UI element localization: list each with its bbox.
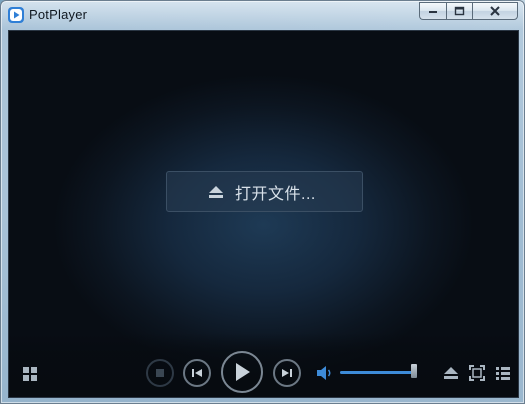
potplayer-window: PotPlayer 打开文件... xyxy=(0,0,525,404)
open-file-button[interactable]: 打开文件... xyxy=(166,171,363,212)
grid-menu-icon[interactable] xyxy=(22,366,38,382)
minimize-icon xyxy=(429,11,437,13)
close-icon xyxy=(490,6,500,16)
stop-icon xyxy=(156,369,164,377)
play-icon xyxy=(236,363,250,381)
title-bar[interactable]: PotPlayer xyxy=(1,1,524,29)
volume-slider[interactable] xyxy=(340,371,416,374)
play-button[interactable] xyxy=(221,351,263,393)
next-icon xyxy=(282,369,292,377)
window-title: PotPlayer xyxy=(29,7,88,22)
volume-thumb[interactable] xyxy=(410,364,417,378)
volume-fill xyxy=(340,371,414,374)
next-button[interactable] xyxy=(273,359,301,387)
previous-icon xyxy=(192,369,202,377)
fullscreen-icon[interactable] xyxy=(469,365,485,381)
close-button[interactable] xyxy=(472,2,518,20)
eject-icon xyxy=(209,185,223,198)
maximize-icon xyxy=(454,6,465,16)
speaker-icon[interactable] xyxy=(316,365,334,381)
open-file-label: 打开文件... xyxy=(235,185,316,203)
maximize-button[interactable] xyxy=(446,2,472,20)
potplayer-logo-icon xyxy=(8,7,24,23)
control-bar xyxy=(9,333,518,397)
minimize-button[interactable] xyxy=(419,2,446,20)
previous-button[interactable] xyxy=(183,359,211,387)
eject-icon[interactable] xyxy=(443,366,459,380)
stop-button[interactable] xyxy=(146,359,174,387)
video-area[interactable]: 打开文件... xyxy=(8,30,519,398)
caption-buttons xyxy=(419,2,518,21)
playlist-icon[interactable] xyxy=(495,366,511,380)
